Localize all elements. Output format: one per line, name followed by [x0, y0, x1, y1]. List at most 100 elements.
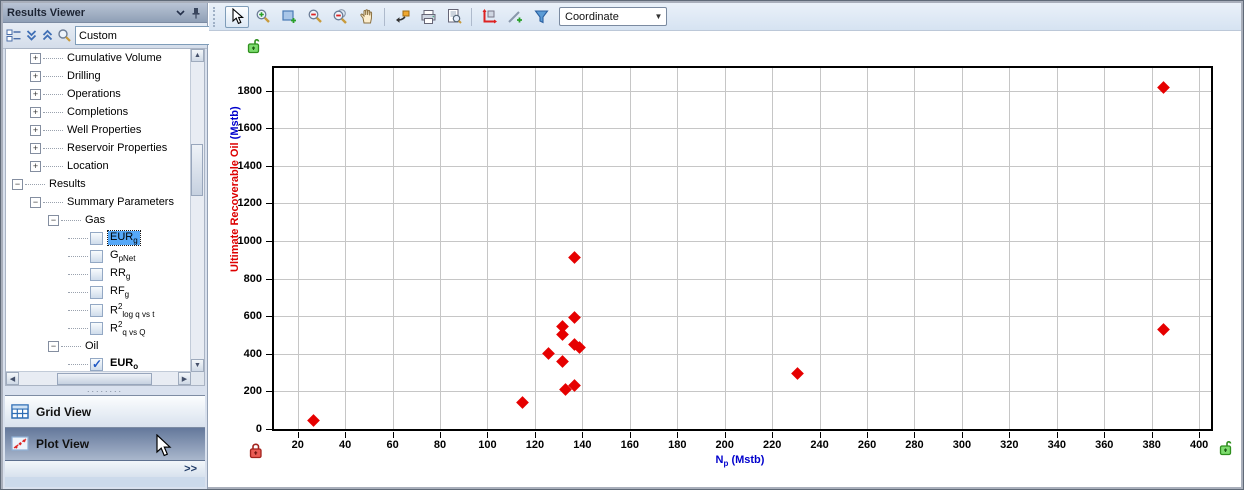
more-views-button[interactable]: >> [5, 461, 205, 477]
tree-item[interactable]: EURo [6, 355, 191, 372]
panel-titlebar[interactable]: Results Viewer [3, 3, 207, 23]
tree-leader [61, 346, 81, 347]
tree-item[interactable]: +Well Properties [6, 121, 191, 139]
expander-minus-icon[interactable]: − [48, 341, 59, 352]
expander-minus-icon[interactable]: − [12, 179, 23, 190]
data-point[interactable] [542, 347, 555, 360]
checkbox-unchecked[interactable] [90, 232, 103, 245]
tree-vertical-scrollbar[interactable]: ▲ ▼ [190, 49, 204, 372]
y-tick [266, 354, 272, 355]
unzoom-all-icon[interactable] [329, 6, 353, 28]
data-point[interactable] [1157, 323, 1170, 336]
expander-plus-icon[interactable]: + [30, 143, 41, 154]
tree-leader [68, 274, 88, 275]
zoom-out-icon[interactable] [303, 6, 327, 28]
tree-item[interactable]: +Location [6, 157, 191, 175]
expand-all-icon[interactable] [41, 27, 54, 44]
tree-item[interactable]: RRg [6, 265, 191, 283]
select-icon[interactable] [225, 6, 249, 28]
scroll-thumb[interactable] [191, 144, 203, 196]
tree-item[interactable]: EURg [6, 229, 191, 247]
expander-plus-icon[interactable]: + [30, 53, 41, 64]
scroll-down-arrow[interactable]: ▼ [191, 359, 204, 372]
scroll-right-arrow[interactable]: ▶ [178, 372, 191, 385]
data-point[interactable] [568, 311, 581, 324]
gridline-x [1152, 68, 1153, 429]
expander-minus-icon[interactable]: − [48, 215, 59, 226]
expander-plus-icon[interactable]: + [30, 71, 41, 82]
print-preview-icon[interactable] [442, 6, 466, 28]
data-point[interactable] [791, 368, 804, 381]
checkbox-unchecked[interactable] [90, 268, 103, 281]
expander-minus-icon[interactable]: − [30, 197, 41, 208]
y-tick-label: 200 [222, 385, 262, 397]
data-point[interactable] [557, 328, 570, 341]
expander-plus-icon[interactable]: + [30, 89, 41, 100]
pan-icon[interactable] [355, 6, 379, 28]
tree-item-label: Drilling [65, 70, 103, 82]
filter-input[interactable] [75, 26, 225, 45]
pin-icon[interactable] [188, 6, 203, 20]
zoom-window-icon[interactable] [277, 6, 301, 28]
scroll-thumb[interactable] [57, 373, 152, 385]
axis-options-icon[interactable] [477, 6, 501, 28]
chevron-down-icon[interactable] [173, 6, 188, 20]
data-point[interactable] [307, 415, 320, 428]
tree-item-label: EURg [108, 231, 140, 245]
expander-plus-icon[interactable]: + [30, 125, 41, 136]
snapshot-icon[interactable] [390, 6, 414, 28]
checkbox-checked[interactable] [90, 358, 103, 371]
plot-mode-dropdown[interactable]: Coordinate ▼ [559, 7, 667, 26]
tree-item-label: Summary Parameters [65, 196, 176, 208]
origin-lock-icon[interactable] [249, 441, 266, 460]
plot-view-button[interactable]: Plot View [5, 427, 205, 461]
tree-item[interactable]: +Operations [6, 85, 191, 103]
collapse-all-icon[interactable] [25, 27, 38, 44]
tree-item[interactable]: +Cumulative Volume [6, 49, 191, 67]
checkbox-unchecked[interactable] [90, 286, 103, 299]
tree-item[interactable]: RFg [6, 283, 191, 301]
expander-plus-icon[interactable]: + [30, 107, 41, 118]
x-axis-lock-icon[interactable] [1219, 439, 1236, 458]
tree-item[interactable]: +Completions [6, 103, 191, 121]
zoom-in-icon[interactable] [251, 6, 275, 28]
gridline-y [274, 203, 1211, 204]
filter-icon[interactable] [529, 6, 553, 28]
plot-frame[interactable] [272, 66, 1213, 431]
data-point[interactable] [1157, 81, 1170, 94]
panel-splitter[interactable]: ........ [5, 386, 205, 395]
tree-item[interactable]: −Oil [6, 337, 191, 355]
gridline-x [867, 68, 868, 429]
tree-item[interactable]: −Results [6, 175, 191, 193]
mouse-cursor [155, 434, 172, 458]
toolbar-grip[interactable] [213, 7, 220, 27]
checkbox-unchecked[interactable] [90, 304, 103, 317]
checkbox-unchecked[interactable] [90, 250, 103, 263]
x-tick-label: 40 [339, 439, 351, 451]
scroll-left-arrow[interactable]: ◀ [6, 372, 19, 385]
tree-item[interactable]: R2log q vs t [6, 301, 191, 319]
data-point[interactable] [516, 396, 529, 409]
x-tick [345, 432, 346, 438]
tree-item[interactable]: R2q vs Q [6, 319, 191, 337]
search-icon[interactable] [57, 27, 72, 44]
tree-item[interactable]: +Reservoir Properties [6, 139, 191, 157]
y-axis-lock-icon[interactable] [247, 37, 264, 56]
tree-item[interactable]: − Summary Parameters [6, 193, 191, 211]
data-point[interactable] [568, 251, 581, 264]
tree-options-icon[interactable] [6, 27, 22, 44]
print-icon[interactable] [416, 6, 440, 28]
tree-horizontal-scrollbar[interactable]: ◀ ▶ [6, 371, 191, 385]
scroll-up-arrow[interactable]: ▲ [191, 49, 204, 62]
tree-item[interactable]: + Drilling [6, 67, 191, 85]
x-tick-label: 360 [1095, 439, 1113, 451]
tree-item[interactable]: −Gas [6, 211, 191, 229]
expander-plus-icon[interactable]: + [30, 161, 41, 172]
x-tick-label: 100 [478, 439, 496, 451]
grid-view-button[interactable]: Grid View [5, 395, 205, 427]
tree-item[interactable]: GpNet [6, 247, 191, 265]
data-point[interactable] [557, 355, 570, 368]
add-line-icon[interactable] [503, 6, 527, 28]
checkbox-unchecked[interactable] [90, 322, 103, 335]
gridline-y [274, 128, 1211, 129]
